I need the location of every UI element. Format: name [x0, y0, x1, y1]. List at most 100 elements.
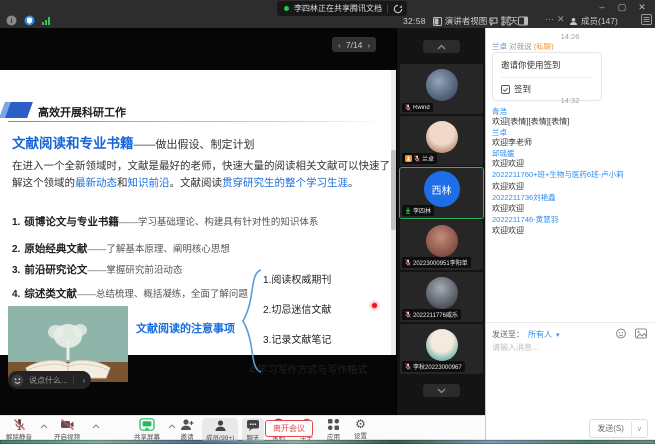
checkin-action[interactable]: 签到 [501, 83, 593, 95]
note-item: 4.学习写作方式与写作格式 [249, 361, 367, 376]
apps-button[interactable]: 应用 [327, 418, 340, 441]
meeting-status-icons: i [6, 15, 50, 26]
muted-mic-icon [414, 155, 420, 162]
video-tile[interactable]: Rwind [400, 64, 483, 114]
message-text: 欢迎欢迎 [492, 203, 524, 214]
share-banner-text: 李四林正在共享腾讯文档 [294, 3, 382, 14]
send-to-selector[interactable]: 发送至： 所有人 ▾ [492, 329, 560, 340]
slide-section-header: 高效开展科研工作 [38, 104, 126, 120]
paragraph-text: 。文献阅读 [170, 177, 223, 189]
emoji-picker-icon[interactable] [616, 328, 627, 339]
member-person-icon [569, 17, 578, 26]
video-tile[interactable]: 20223000951李阳单 [400, 220, 483, 270]
camera-options-caret-icon[interactable] [92, 424, 100, 429]
paragraph-highlight: 知识前沿 [128, 177, 170, 189]
caret-down-icon: ▾ [556, 331, 560, 339]
participant-name: 20223000951李阳单 [413, 258, 468, 267]
slide-paragraph: 在进入一个全新领域时，文献是最好的老师，快速大量的阅读相关文献可以快速了解这个领… [12, 158, 390, 192]
slide-title-blue: 文献阅读和专业书籍 [12, 136, 134, 151]
private-message-header: 兰卓 对我说 (私聊) [492, 41, 554, 52]
avatar [426, 121, 458, 153]
image-attach-icon[interactable] [635, 328, 647, 339]
apps-grid-icon [327, 418, 340, 431]
chat-panel-close-icon[interactable]: ✕ [557, 14, 565, 25]
slide-title: 文献阅读和专业书籍——做出假设、制定计划 [12, 132, 255, 152]
list-item: 2.原始经典文献——了解基本原理、阐明核心思想 [12, 241, 230, 256]
chat-more-icon[interactable]: ⋯ [545, 14, 554, 25]
checkin-invite-card[interactable]: 邀请你使用签到 签到 [492, 52, 602, 101]
chat-bubble-icon [489, 17, 498, 26]
paragraph-highlight: 最新动态 [75, 177, 117, 189]
meeting-info-icon[interactable]: i [6, 15, 17, 26]
close-icon[interactable]: ✕ [635, 2, 649, 13]
start-video-button[interactable]: 开启视频 [54, 418, 80, 441]
list-item: 1.硕博论文与专业书籍——学习基础理论、构建具有针对性的知识体系 [12, 214, 318, 229]
view-mode-label: 演讲者视图 [445, 15, 488, 27]
page-prev-icon[interactable]: ‹ [338, 40, 341, 50]
mic-options-caret-icon[interactable] [40, 424, 48, 429]
send-options-caret-icon[interactable]: ∨ [631, 422, 647, 436]
muted-mic-icon [13, 418, 26, 431]
chat-timestamp: 14:32 [486, 96, 654, 105]
collapse-videos-button[interactable] [423, 40, 460, 53]
private-tag: (私聊) [534, 42, 554, 51]
shared-screen-stage: ‹ 7/14 › 高效开展科研工作 文献阅读和专业书籍——做出假设、制定计划 在… [0, 28, 396, 415]
tab-chat-label: 聊天 [501, 15, 518, 27]
video-tile[interactable]: 兰卓 [400, 116, 483, 166]
unmute-button[interactable]: 解除静音 [6, 418, 32, 441]
curly-brace-shape [240, 268, 262, 374]
network-signal-icon[interactable] [42, 17, 50, 25]
sender-name: 兰卓 [492, 42, 507, 51]
refresh-share-icon[interactable] [393, 4, 403, 14]
share-screen-button[interactable]: 共享屏幕 [134, 418, 160, 441]
settings-button[interactable]: ⚙ 设置 [354, 418, 367, 440]
video-thumbnail-strip: Rwind 兰卓 西林 李四林 20223000951李阳单 202221177… [396, 28, 485, 415]
muted-mic-icon [405, 259, 411, 266]
send-button[interactable]: 发送(S) ∨ [589, 419, 648, 438]
emoji-smiley-icon[interactable] [11, 374, 24, 387]
panel-menu-icon[interactable] [641, 14, 652, 25]
notes-title: 文献阅读的注意事项 [136, 320, 235, 336]
leave-meeting-button[interactable]: 离开会议 [265, 420, 313, 437]
quick-comment-bar[interactable]: 说点什么... ‹ [8, 371, 91, 389]
screen-share-banner: 李四林正在共享腾讯文档 [277, 1, 407, 16]
send-to-value[interactable]: 所有人 [528, 329, 552, 340]
avatar [426, 225, 458, 257]
minimize-icon[interactable]: – [595, 2, 609, 13]
tab-chat[interactable]: 聊天 [489, 15, 518, 27]
presentation-slide: 高效开展科研工作 文献阅读和专业书籍——做出假设、制定计划 在进入一个全新领域时… [0, 70, 391, 355]
collapse-left-icon[interactable]: ‹ [79, 376, 90, 385]
meeting-protection-shield-icon[interactable] [24, 15, 35, 26]
compose-toolbar [616, 328, 647, 339]
video-tile[interactable]: 李秋20223000967 [400, 324, 483, 374]
video-tile-active-speaker[interactable]: 西林 李四林 [400, 168, 483, 218]
message-text: 欢迎欢迎 [492, 181, 524, 192]
comment-placeholder[interactable]: 说点什么... [29, 375, 68, 386]
invite-person-icon [180, 418, 194, 431]
send-label[interactable]: 发送(S) [590, 420, 631, 437]
view-mode-dropdown[interactable]: 演讲者视图 ▾ [433, 15, 494, 27]
tab-members[interactable]: 成员(147) [569, 15, 618, 27]
invite-card-text: 邀请你使用签到 [501, 59, 593, 71]
paragraph-text: 。 [348, 177, 359, 189]
side-panel-toggle-icon[interactable] [518, 16, 528, 26]
invite-button[interactable]: 邀请 [180, 418, 194, 441]
maximize-icon[interactable]: ▢ [615, 2, 629, 13]
sharing-live-dot-icon [284, 6, 289, 11]
page-next-icon[interactable]: › [367, 40, 370, 50]
meeting-toolbar: 解除静音 开启视频 共享屏幕 邀请 成员(99+) 聊天 录制 举手 应用 ⚙ … [0, 415, 485, 440]
laser-pointer-dot [372, 303, 377, 308]
avatar [426, 69, 458, 101]
participant-name: Rwind [413, 105, 430, 111]
participant-name: 李四林 [413, 206, 431, 215]
slide-header-underline [8, 121, 386, 122]
list-item: 3.前沿研究论文——掌握研究前沿动态 [12, 262, 182, 277]
divider [387, 4, 388, 13]
video-tile[interactable]: 2022211776威乐 [400, 272, 483, 322]
chat-message-input[interactable] [492, 343, 648, 352]
window-titlebar: 李四林正在共享腾讯文档 – ▢ ✕ i 32:58 演讲者视图 ▾ 聊天 ⋯ ✕… [0, 0, 655, 28]
paragraph-highlight: 贯穿研究生的整个学习生涯 [222, 177, 348, 189]
note-item: 2.切忌迷信文献 [263, 301, 331, 316]
share-options-caret-icon[interactable] [168, 424, 176, 429]
expand-videos-button[interactable] [423, 384, 460, 397]
